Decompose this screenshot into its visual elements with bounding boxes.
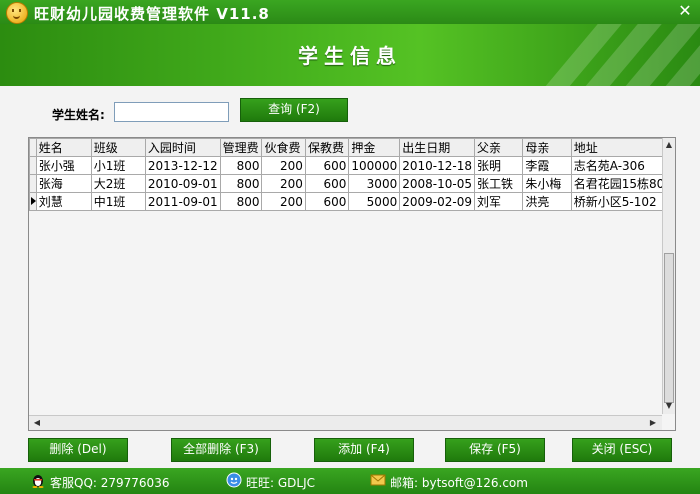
wangwang-contact: 旺旺: GDLJC [246,476,316,490]
table-cell[interactable]: 张海 [35,174,92,193]
close-button[interactable]: 关闭 (ESC) [572,438,672,462]
table-header-row: 姓名 班级 入园时间 管理费 伙食费 保教费 押金 出生日期 父亲 母亲 地址 [29,138,675,157]
column-header[interactable]: 班级 [90,138,146,157]
column-header[interactable]: 出生日期 [399,138,475,157]
table-cell[interactable]: 200 [261,156,306,175]
column-header[interactable]: 管理费 [219,138,263,157]
table-cell[interactable]: 200 [261,192,306,211]
table-cell[interactable]: 800 [219,174,263,193]
table-cell[interactable]: 桥新小区5-102 [570,192,675,211]
table-cell[interactable]: 洪亮 [522,192,572,211]
student-name-input[interactable] [114,102,229,122]
student-name-label: 学生姓名: [52,108,105,122]
query-button[interactable]: 查询 (F2) [240,98,348,122]
table-cell[interactable]: 刘慧 [35,192,92,211]
current-row-indicator-icon [31,197,36,205]
table-cell[interactable]: 600 [304,192,350,211]
row-header[interactable] [29,156,37,175]
table-cell[interactable]: 800 [219,156,263,175]
column-header[interactable]: 父亲 [473,138,524,157]
window-title: 旺财幼儿园收费管理软件 V11.8 [34,5,270,23]
column-header[interactable]: 保教费 [304,138,350,157]
table-cell[interactable]: 志名苑A-306 [570,156,675,175]
column-header[interactable]: 伙食费 [261,138,306,157]
table-cell[interactable]: 600 [304,174,350,193]
table-cell[interactable]: 2010-09-01 [144,174,221,193]
table-cell[interactable]: 5000 [348,192,401,211]
table-row[interactable]: 刘慧 中1班 2011-09-01 800 200 600 5000 2009-… [29,192,675,211]
horizontal-scrollbar[interactable]: ◀ ▶ [29,415,662,430]
table-cell[interactable]: 600 [304,156,350,175]
table-cell[interactable]: 2008-10-05 [399,174,475,193]
table-row[interactable]: 张小强 小1班 2013-12-12 800 200 600 100000 20… [29,156,675,175]
table-cell[interactable]: 中1班 [90,192,146,211]
page-title: 学生信息 [298,44,402,68]
table-cell[interactable]: 张工铁 [473,174,524,193]
smiley-logo-icon [6,2,28,24]
row-header[interactable] [29,192,37,211]
customer-service-qq: 客服QQ: 279776036 [50,476,170,490]
table-cell[interactable]: 200 [261,174,306,193]
column-header[interactable]: 押金 [348,138,401,157]
column-header[interactable]: 入园时间 [144,138,221,157]
title-bar: 旺财幼儿园收费管理软件 V11.8 ✕ [0,0,700,24]
envelope-icon [370,474,386,486]
row-header[interactable] [29,174,37,193]
qq-penguin-icon [32,475,44,488]
email-contact: 邮箱: bytsoft@126.com [390,476,528,490]
table-cell[interactable]: 大2班 [90,174,146,193]
status-footer: 客服QQ: 279776036 旺旺: GDLJC 邮箱: bytsoft@12… [0,468,700,494]
scroll-right-arrow-icon[interactable]: ▶ [647,417,659,429]
table-cell[interactable]: 2013-12-12 [144,156,221,175]
table-cell[interactable]: 李霞 [522,156,572,175]
vertical-scroll-thumb[interactable] [664,253,674,403]
table-cell[interactable]: 刘军 [473,192,524,211]
table-cell[interactable]: 朱小梅 [522,174,572,193]
student-table: 姓名 班级 入园时间 管理费 伙食费 保教费 押金 出生日期 父亲 母亲 地址 … [28,137,676,431]
table-cell[interactable]: 3000 [348,174,401,193]
delete-all-button[interactable]: 全部删除 (F3) [171,438,271,462]
save-button[interactable]: 保存 (F5) [445,438,545,462]
scroll-down-arrow-icon[interactable]: ▼ [663,400,675,412]
app-window: 旺财幼儿园收费管理软件 V11.8 ✕ 学生信息 学生姓名: 查询 (F2) 姓… [0,0,700,494]
wangwang-icon [226,472,242,488]
table-cell[interactable]: 张小强 [35,156,92,175]
student-grid: 姓名 班级 入园时间 管理费 伙食费 保教费 押金 出生日期 父亲 母亲 地址 … [29,138,675,211]
window-close-button[interactable]: ✕ [675,2,695,20]
vertical-scrollbar[interactable]: ▲ ▼ [662,138,675,414]
column-header[interactable]: 姓名 [35,138,92,157]
delete-button[interactable]: 删除 (Del) [28,438,128,462]
table-cell[interactable]: 2010-12-18 [399,156,475,175]
scroll-up-arrow-icon[interactable]: ▲ [663,139,675,151]
header-banner: 学生信息 [0,24,700,86]
table-cell[interactable]: 800 [219,192,263,211]
table-cell[interactable]: 张明 [473,156,524,175]
column-header[interactable]: 地址 [570,138,675,157]
search-bar: 学生姓名: 查询 (F2) [28,94,673,134]
table-row[interactable]: 张海 大2班 2010-09-01 800 200 600 3000 2008-… [29,174,675,193]
scroll-left-arrow-icon[interactable]: ◀ [31,417,43,429]
add-button[interactable]: 添加 (F4) [314,438,414,462]
table-cell[interactable]: 小1班 [90,156,146,175]
table-cell[interactable]: 名君花园15栋803 [570,174,675,193]
table-cell[interactable]: 2011-09-01 [144,192,221,211]
table-cell[interactable]: 2009-02-09 [399,192,475,211]
column-header[interactable]: 母亲 [522,138,572,157]
table-cell[interactable]: 100000 [348,156,401,175]
row-header-corner [29,138,37,157]
